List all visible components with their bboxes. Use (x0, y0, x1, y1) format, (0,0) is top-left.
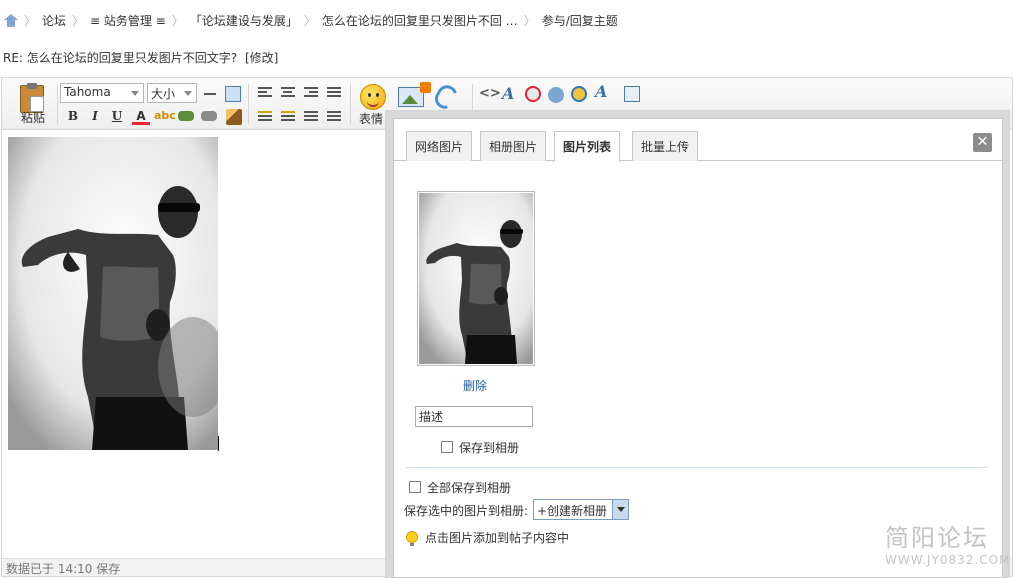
breadcrumb-separator: 〉 (523, 13, 536, 28)
spellcheck-icon[interactable]: abc (154, 109, 176, 125)
album-select-value: +创建新相册 (537, 504, 608, 518)
tab-image-list[interactable]: 图片列表 (554, 131, 621, 162)
delete-image-link[interactable]: 删除 (463, 377, 487, 394)
save-all-checkbox[interactable] (409, 481, 421, 493)
image-description-input[interactable] (415, 406, 533, 427)
font-family-value: Tahoma (64, 85, 111, 99)
image-dialog: 网络图片 相册图片 图片列表 批量上传 ✕ 删除 描述 保存到相册 全部保存到相… (393, 118, 1003, 578)
breadcrumb: 〉 论坛 〉 ≡ 站务管理 ≡ 〉 「论坛建设与发展」 〉 怎么在论坛的回复里只… (4, 10, 618, 30)
font-color-icon[interactable]: A (132, 109, 150, 125)
close-dialog-button[interactable]: ✕ (973, 133, 992, 152)
toolbar-divider (57, 84, 58, 124)
align-justify-icon[interactable] (327, 87, 341, 99)
paste-button[interactable]: 粘贴 (10, 80, 56, 128)
outdent-icon[interactable] (258, 111, 272, 123)
font-family-select[interactable]: Tahoma (60, 83, 144, 103)
site-watermark: 简阳论坛 WWW.JY0832.COM (885, 518, 1010, 567)
home-icon[interactable] (4, 13, 18, 27)
insert-link-icon[interactable] (178, 111, 194, 121)
tab-web-image[interactable]: 网络图片 (406, 131, 473, 161)
lightbulb-icon (406, 531, 418, 546)
breadcrumb-separator: 〉 (303, 13, 316, 28)
save-selected-label: 保存选中的图片到相册: (404, 504, 529, 518)
chevron-down-icon (184, 91, 192, 96)
album-select[interactable]: +创建新相册 (533, 499, 629, 520)
dialog-divider (406, 467, 988, 468)
smiley-icon (360, 84, 386, 110)
autosave-status: 数据已于 14:10 保存 (6, 562, 121, 576)
superscript-icon[interactable]: A (595, 82, 611, 101)
save-to-album-checkbox[interactable] (441, 441, 453, 453)
page: 〉 论坛 〉 ≡ 站务管理 ≡ 〉 「论坛建设与发展」 〉 怎么在论坛的回复里只… (0, 0, 1014, 578)
breadcrumb-separator: 〉 (171, 13, 184, 28)
horizontal-rule-icon[interactable] (204, 93, 216, 95)
save-all-label: 全部保存到相册 (427, 481, 512, 495)
paste-label: 粘贴 (21, 111, 46, 125)
inserted-photo[interactable] (8, 137, 218, 450)
italic-button[interactable]: I (86, 109, 104, 125)
align-right-icon[interactable] (304, 87, 318, 99)
breadcrumb-thread[interactable]: 怎么在论坛的回复里只发图片不回 … (322, 12, 518, 29)
unlink-icon[interactable] (201, 111, 217, 121)
image-thumbnail[interactable] (417, 191, 535, 366)
photo-image (8, 137, 218, 450)
edit-title-link[interactable]: [修改] (245, 51, 278, 65)
breadcrumb-forum[interactable]: 论坛 (42, 12, 66, 29)
indent-icon[interactable] (281, 111, 295, 123)
watermark-title: 简阳论坛 (885, 524, 989, 552)
image-icon (398, 82, 431, 107)
align-center-icon[interactable] (281, 87, 295, 99)
chevron-down-icon (612, 500, 628, 519)
font-size-select[interactable]: 大小 (147, 83, 197, 103)
clear-format-icon[interactable] (226, 109, 242, 125)
media-icon[interactable] (548, 87, 564, 103)
qq-icon[interactable] (525, 86, 541, 102)
breadcrumb-separator: 〉 (72, 13, 85, 28)
breadcrumb-current: 参与/回复主题 (541, 13, 618, 28)
dialog-tabs: 网络图片 相册图片 图片列表 批量上传 ✕ (394, 119, 1002, 162)
code-icon[interactable]: <> (479, 86, 501, 102)
insert-hint: 点击图片添加到帖子内容中 (425, 531, 570, 545)
chevron-down-icon (131, 91, 139, 96)
emoticon-label: 表情 (359, 112, 384, 126)
toolbar-divider (350, 84, 351, 124)
fullscreen-icon[interactable] (624, 86, 640, 102)
toolbar-divider (248, 84, 249, 124)
reply-title: RE: 怎么在论坛的回复里只发图片不回文字? [修改] (3, 49, 278, 66)
text-cursor (218, 436, 219, 451)
ordered-list-icon[interactable] (304, 111, 318, 123)
save-to-album-label: 保存到相册 (459, 441, 520, 455)
align-left-icon[interactable] (258, 87, 272, 99)
breadcrumb-separator: 〉 (24, 13, 37, 28)
font-style-icon[interactable]: A (502, 84, 518, 103)
bold-button[interactable]: B (64, 109, 82, 125)
unordered-list-icon[interactable] (327, 111, 341, 123)
breadcrumb-subboard[interactable]: 「论坛建设与发展」 (190, 12, 298, 29)
table-icon[interactable] (225, 86, 241, 102)
breadcrumb-board[interactable]: ≡ 站务管理 ≡ (90, 12, 166, 29)
watermark-url: WWW.JY0832.COM (885, 553, 1011, 567)
font-size-value: 大小 (151, 87, 176, 101)
thumbnail-image (419, 193, 533, 364)
underline-button[interactable]: U (108, 109, 126, 125)
tab-album-image[interactable]: 相册图片 (480, 131, 547, 161)
reply-title-text: RE: 怎么在论坛的回复里只发图片不回文字? (3, 51, 238, 65)
flash-icon[interactable] (571, 86, 587, 102)
tab-batch-upload[interactable]: 批量上传 (632, 131, 699, 161)
